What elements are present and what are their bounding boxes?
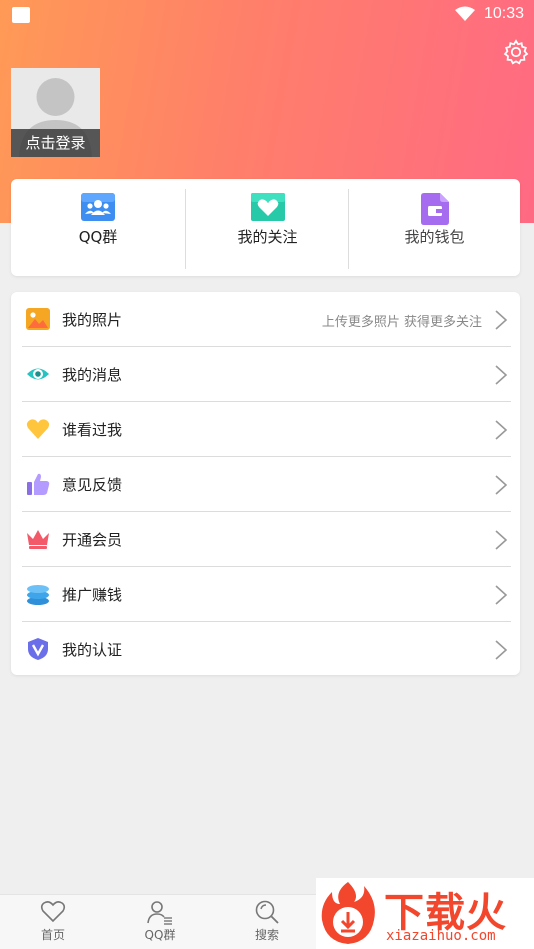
photo-icon [26,308,50,330]
heart-icon [26,419,50,439]
search-icon [255,900,279,924]
tab-label: 首页 [40,928,65,942]
menu-item-promote-earn[interactable]: 推广赚钱 [22,567,511,622]
eye-icon [27,368,49,380]
chevron-right-icon [495,310,508,330]
menu-label: 我的消息 [62,366,123,384]
tab-search[interactable]: 搜索 [227,895,307,949]
watermark-url: xiazaihuo.com [386,928,496,944]
chevron-right-icon [495,530,508,550]
quick-actions-card: QQ群 我的关注 我的钱包 [11,179,520,276]
quick-action-wallet[interactable]: 我的钱包 [349,179,520,276]
menu-item-my-photos[interactable]: 我的照片 上传更多照片 获得更多关注 [22,292,511,347]
heart-icon [250,193,285,221]
quick-action-label: 我的关注 [237,228,298,246]
avatar[interactable]: 点击登录 [11,68,100,157]
menu-hint: 上传更多照片 获得更多关注 [321,315,482,330]
shield-icon [28,638,48,660]
crown-icon [27,530,49,549]
menu-card: 我的照片 上传更多照片 获得更多关注 我的消息 谁看过我 意见反馈 开通会员 推… [11,292,520,675]
menu-label: 意见反馈 [62,476,123,494]
menu-item-my-messages[interactable]: 我的消息 [22,347,511,402]
heart-outline-icon [40,901,66,923]
settings-gear-icon[interactable] [502,38,530,66]
menu-item-verification[interactable]: 我的认证 [22,622,511,677]
thumbs-up-icon [27,473,50,495]
tab-label: 搜索 [254,928,279,942]
chevron-right-icon [495,640,508,660]
wifi-icon [455,6,475,21]
menu-item-visitors[interactable]: 谁看过我 [22,402,511,457]
chevron-right-icon [495,475,508,495]
chevron-right-icon [495,365,508,385]
watermark: 下载火 xiazaihuo.com [316,878,534,949]
menu-label: 我的照片 [62,311,123,329]
coins-icon [27,585,49,605]
menu-label: 谁看过我 [62,421,123,439]
chevron-right-icon [495,420,508,440]
menu-item-feedback[interactable]: 意见反馈 [22,457,511,512]
bag-icon [12,7,30,23]
menu-item-membership[interactable]: 开通会员 [22,512,511,567]
group-icon [81,193,115,221]
chevron-right-icon [495,585,508,605]
menu-label: 我的认证 [62,641,123,659]
menu-label: 推广赚钱 [62,586,123,604]
quick-action-label: 我的钱包 [404,228,465,246]
user-list-icon [147,901,172,925]
quick-action-label: QQ群 [78,228,118,246]
login-label[interactable]: 点击登录 [11,129,100,157]
status-time: 10:33 [484,5,525,22]
quick-action-qq-group[interactable]: QQ群 [11,179,185,276]
menu-label: 开通会员 [62,531,123,549]
tab-home[interactable]: 首页 [13,895,93,949]
tab-label: QQ群 [144,928,176,942]
wallet-icon [420,193,449,225]
status-bar: 10:33 [0,0,534,30]
quick-action-following[interactable]: 我的关注 [186,179,349,276]
tab-qq-group[interactable]: QQ群 [120,895,200,949]
flame-logo-icon [321,882,375,944]
